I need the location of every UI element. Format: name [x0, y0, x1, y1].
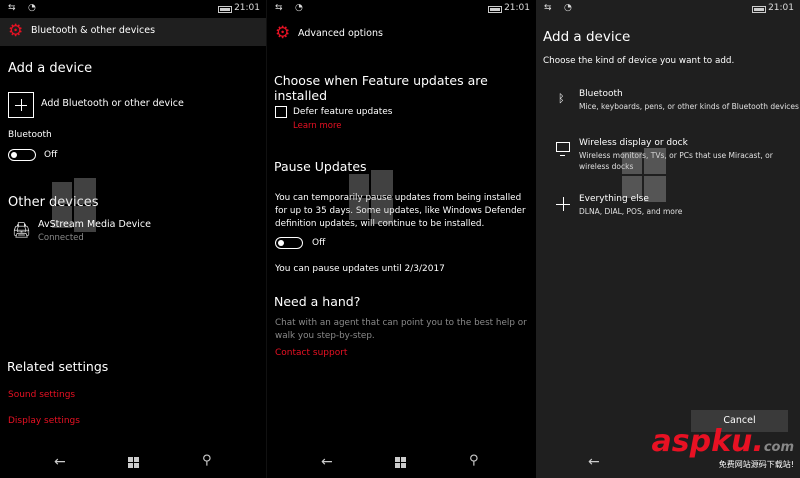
wifi-icon: ◔ — [295, 3, 303, 13]
add-device-heading: Add a device — [8, 61, 93, 76]
add-device-dialog: ⇆ ◔ 21:01 Add a device Choose the kind o… — [536, 0, 800, 478]
wifi-icon: ◔ — [28, 3, 36, 13]
related-settings-heading: Related settings — [7, 359, 109, 374]
status-bar: ⇆ ◔ 21:01 — [536, 0, 800, 18]
bluetooth-label: Bluetooth — [8, 130, 52, 140]
option-description: Wireless monitors, TVs, or PCs that use … — [579, 151, 773, 160]
battery-icon — [752, 6, 766, 13]
contact-support-link[interactable]: Contact support — [275, 348, 347, 358]
pause-description-line: You can temporarily pause updates from b… — [275, 193, 522, 203]
help-description-line: walk you step-by-step. — [275, 331, 375, 341]
media-device-icon: 🖨 — [12, 221, 32, 239]
windows-watermark-icon — [349, 170, 393, 224]
back-arrow-icon[interactable]: ← — [321, 454, 333, 470]
option-description: Mice, keyboards, pens, or other kinds of… — [579, 102, 799, 111]
page-header: ⚙ Advanced options — [267, 18, 536, 50]
signal-icon: ⇆ — [544, 3, 552, 13]
battery-icon — [488, 6, 502, 13]
battery-icon — [218, 6, 232, 13]
back-arrow-icon[interactable]: ← — [588, 454, 600, 470]
bluetooth-settings-panel: ⇆ ◔ 21:01 ⚙ Bluetooth & other devices Ad… — [0, 0, 266, 478]
plus-icon — [556, 197, 570, 211]
advanced-options-panel: ⇆ ◔ 21:01 ⚙ Advanced options Choose when… — [266, 0, 536, 478]
display-settings-link[interactable]: Display settings — [8, 416, 80, 426]
nav-bar: ← ⚲ — [0, 448, 266, 478]
device-name: AvStream Media Device — [38, 219, 151, 230]
status-time: 21:01 — [234, 3, 260, 13]
back-arrow-icon[interactable]: ← — [54, 454, 66, 470]
nav-bar: ← ⚲ — [267, 448, 536, 478]
dialog-title: Add a device — [543, 29, 631, 45]
add-device-button[interactable] — [8, 92, 34, 118]
watermark-text: aspku — [651, 424, 753, 459]
bluetooth-icon: ᛒ — [558, 92, 565, 105]
search-icon[interactable]: ⚲ — [202, 453, 212, 468]
wifi-icon: ◔ — [564, 3, 572, 13]
learn-more-link[interactable]: Learn more — [293, 121, 341, 131]
watermark-dot: . — [752, 424, 764, 459]
monitor-icon — [556, 142, 570, 156]
signal-icon: ⇆ — [8, 3, 16, 13]
status-time: 21:01 — [768, 3, 794, 13]
option-description: DLNA, DIAL, POS, and more — [579, 207, 683, 216]
page-title: Bluetooth & other devices — [31, 25, 156, 36]
pause-updates-state: Off — [312, 238, 326, 248]
aspku-watermark: aspku.com 免费网站源码下载站! — [652, 424, 794, 470]
help-description-line: Chat with an agent that can point you to… — [275, 318, 527, 328]
option-title: Wireless display or dock — [579, 138, 688, 148]
defer-updates-label[interactable]: Defer feature updates — [293, 107, 393, 117]
status-bar: ⇆ ◔ 21:01 — [267, 0, 536, 18]
pause-until-text: You can pause updates until 2/3/2017 — [275, 264, 445, 274]
gear-icon: ⚙ — [275, 23, 291, 43]
pause-updates-toggle[interactable] — [275, 237, 303, 249]
page-title: Advanced options — [298, 28, 383, 39]
search-icon[interactable]: ⚲ — [469, 453, 479, 468]
page-header: ⚙ Bluetooth & other devices — [0, 18, 266, 46]
add-bluetooth-label[interactable]: Add Bluetooth or other device — [41, 98, 184, 109]
watermark-com: com — [763, 440, 794, 455]
signal-icon: ⇆ — [275, 3, 283, 13]
defer-updates-checkbox[interactable] — [275, 106, 287, 118]
option-title: Bluetooth — [579, 89, 623, 99]
need-a-hand-heading: Need a hand? — [274, 294, 361, 309]
option-title: Everything else — [579, 194, 649, 204]
sound-settings-link[interactable]: Sound settings — [8, 390, 75, 400]
feature-updates-heading: Choose when Feature updates are installe… — [274, 73, 488, 103]
status-time: 21:01 — [504, 3, 530, 13]
device-status: Connected — [38, 233, 84, 243]
windows-start-icon[interactable] — [395, 457, 407, 469]
watermark-subtitle: 免费网站源码下载站! — [718, 460, 794, 469]
status-bar: ⇆ ◔ 21:01 — [0, 0, 266, 18]
bluetooth-toggle[interactable] — [8, 149, 36, 161]
bluetooth-state: Off — [44, 150, 58, 160]
dialog-subtitle: Choose the kind of device you want to ad… — [543, 56, 735, 66]
gear-icon: ⚙ — [8, 21, 24, 41]
windows-start-icon[interactable] — [128, 457, 140, 469]
pause-description-line: for up to 35 days. Some updates, like Wi… — [275, 206, 526, 216]
